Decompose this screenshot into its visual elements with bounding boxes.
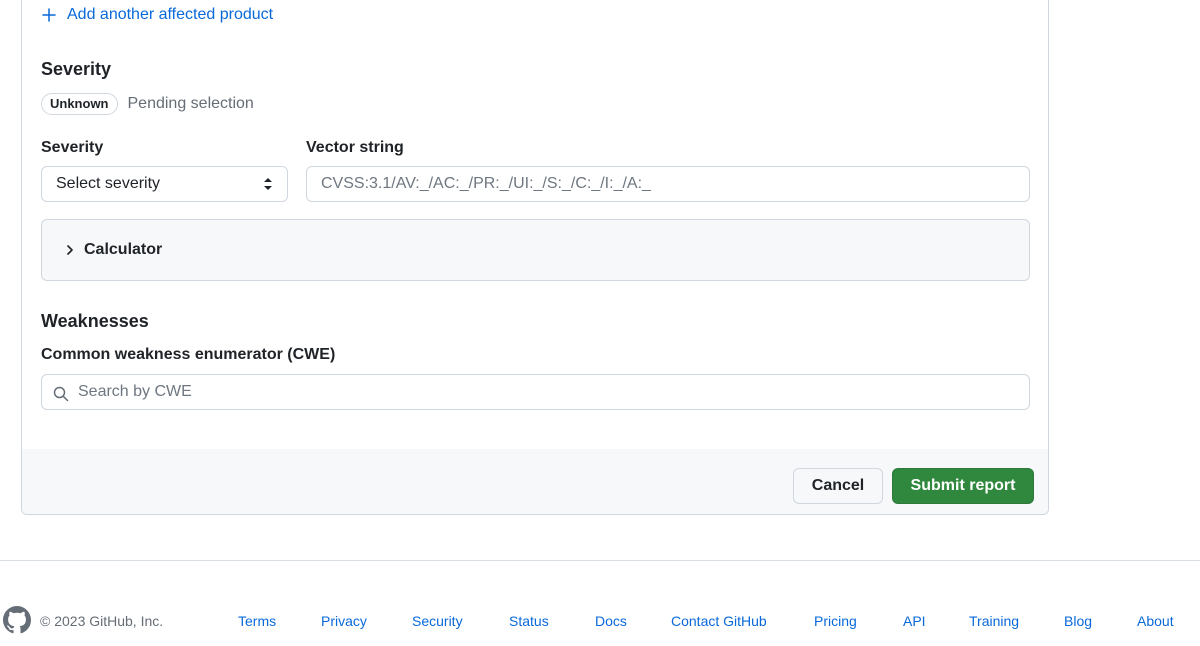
footer-link-docs[interactable]: Docs: [595, 613, 627, 629]
submit-report-button[interactable]: Submit report: [892, 468, 1034, 504]
footer-link-terms[interactable]: Terms: [238, 613, 276, 629]
form-actions-bar: Cancel Submit report: [22, 449, 1048, 514]
cwe-field-label: Common weakness enumerator (CWE): [41, 346, 336, 363]
footer-link-security[interactable]: Security: [412, 613, 463, 629]
footer-divider: [0, 560, 1200, 561]
chevron-right-icon: [67, 245, 73, 255]
footer-link-pricing[interactable]: Pricing: [814, 613, 857, 629]
github-logo-icon[interactable]: [3, 606, 31, 634]
severity-status-text: Pending selection: [127, 95, 254, 112]
footer-link-blog[interactable]: Blog: [1064, 613, 1092, 629]
vector-string-label: Vector string: [306, 139, 404, 156]
site-footer: © 2023 GitHub, Inc. Terms Privacy Securi…: [0, 604, 1200, 638]
severity-select[interactable]: Select severity: [41, 166, 288, 202]
plus-icon: [42, 8, 56, 22]
add-affected-product-label: Add another affected product: [67, 6, 274, 23]
search-icon: [53, 386, 69, 402]
severity-heading: Severity: [41, 59, 112, 79]
add-affected-product-link[interactable]: Add another affected product: [41, 6, 273, 24]
footer-link-training[interactable]: Training: [969, 613, 1019, 629]
select-arrows-icon: [264, 178, 272, 190]
vector-string-input[interactable]: [306, 166, 1030, 202]
cwe-search-box: [41, 374, 1030, 410]
copyright-text: © 2023 GitHub, Inc.: [40, 613, 164, 629]
footer-link-contact-github[interactable]: Contact GitHub: [671, 613, 767, 629]
footer-link-api[interactable]: API: [903, 613, 926, 629]
footer-link-about[interactable]: About: [1137, 613, 1174, 629]
calculator-label: Calculator: [84, 241, 163, 258]
cwe-search-input[interactable]: [42, 375, 1029, 409]
severity-select-value: Select severity: [56, 175, 161, 192]
advisory-form-card: Add another affected product Severity Un…: [21, 0, 1049, 515]
footer-link-privacy[interactable]: Privacy: [321, 613, 367, 629]
severity-badge: Unknown: [41, 93, 118, 115]
severity-status-row: Unknown Pending selection: [41, 93, 254, 115]
cancel-button[interactable]: Cancel: [793, 468, 883, 504]
calculator-disclosure[interactable]: Calculator: [41, 219, 1030, 281]
weaknesses-heading: Weaknesses: [41, 311, 149, 331]
severity-field-label: Severity: [41, 139, 104, 156]
footer-link-status[interactable]: Status: [509, 613, 549, 629]
